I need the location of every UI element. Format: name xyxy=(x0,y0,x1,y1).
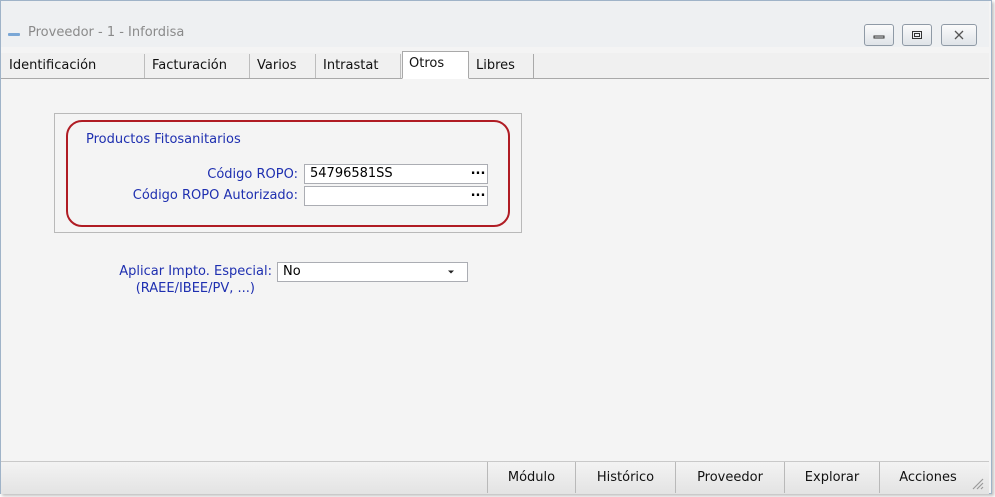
modulo-button[interactable]: Módulo xyxy=(487,462,575,493)
codigo-ropo-lookup-button[interactable]: ... xyxy=(469,164,487,183)
impuesto-especial-sublabel: (RAEE/IBEE/PV, ...) xyxy=(135,281,255,296)
historico-button[interactable]: Histórico xyxy=(575,462,675,493)
tab-facturacion[interactable]: Facturación xyxy=(146,54,250,78)
codigo-ropo-autorizado-lookup-button[interactable]: ... xyxy=(469,186,487,205)
maximize-button[interactable] xyxy=(902,24,932,46)
explorar-button[interactable]: Explorar xyxy=(784,462,879,493)
minimize-button[interactable] xyxy=(864,24,894,46)
resize-grip-icon[interactable] xyxy=(968,474,984,490)
close-button[interactable] xyxy=(941,24,977,46)
codigo-ropo-autorizado-label: Código ROPO Autorizado: xyxy=(132,188,298,203)
minimize-icon xyxy=(873,35,885,39)
codigo-ropo-label: Código ROPO: xyxy=(207,167,298,182)
tab-libres[interactable]: Libres xyxy=(470,54,534,78)
impuesto-especial-select[interactable]: No xyxy=(277,262,468,282)
codigo-ropo-autorizado-input[interactable] xyxy=(304,186,488,206)
tab-varios[interactable]: Varios xyxy=(251,54,316,78)
tab-otros[interactable]: Otros xyxy=(402,51,469,79)
title-bar[interactable] xyxy=(1,1,989,47)
chevron-down-icon[interactable] xyxy=(446,267,456,277)
codigo-ropo-input[interactable]: 54796581SS xyxy=(304,164,488,184)
group-title: Productos Fitosanitarios xyxy=(86,132,241,147)
close-icon xyxy=(954,30,964,40)
window-icon xyxy=(8,33,20,36)
proveedor-button[interactable]: Proveedor xyxy=(675,462,784,493)
tab-intrastat[interactable]: Intrastat xyxy=(317,54,401,78)
maximize-icon xyxy=(912,31,922,39)
acciones-button[interactable]: Acciones xyxy=(879,462,976,493)
impuesto-especial-label: Aplicar Impto. Especial: xyxy=(119,264,272,279)
window-title: Proveedor - 1 - Infordisa xyxy=(28,25,185,40)
tab-identificacion[interactable]: Identificación xyxy=(3,54,145,78)
